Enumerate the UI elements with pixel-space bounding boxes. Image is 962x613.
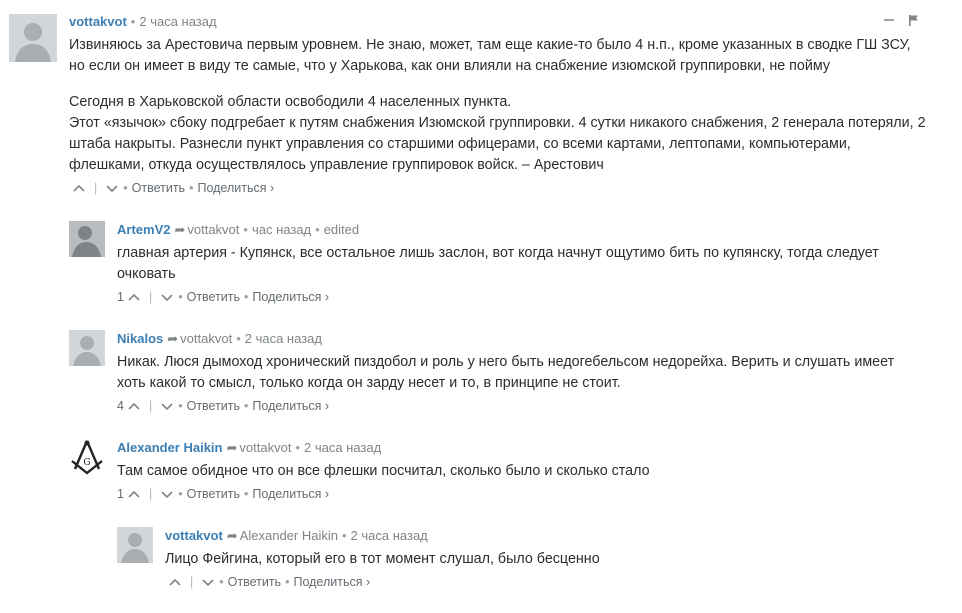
downvote-button[interactable] [160,487,174,501]
timestamp[interactable]: час назад [252,222,311,237]
comment-body: главная артерия - Купянск, все остальное… [117,245,879,282]
comment-tools [884,14,920,26]
comment-header: Nikalos ➦ vottakvot • 2 часа назад [117,331,322,346]
compass-square-avatar-icon: G [69,439,105,475]
comment-header: Alexander Haikin ➦ vottakvot • 2 часа назад [117,440,382,455]
share-button[interactable]: Поделиться › [197,181,274,195]
upvote-chevron-icon [127,290,141,304]
comment-header: vottakvot ➦ Alexander Haikin • 2 часа назад [165,528,428,543]
reply-arrow-icon: ➦ [174,222,186,237]
upvote-count: 1 [117,290,124,304]
comment-body: Извиняюсь за Арестовича первым уровнем. … [69,35,929,176]
reply-arrow-icon: ➦ [167,331,179,346]
author-name[interactable]: Nikalos [117,331,163,346]
svg-text:G: G [83,458,90,468]
upvote-chevron-icon [127,487,141,501]
collapse-icon[interactable] [884,19,894,21]
comment-body: Там самое обидное что он все флешки посч… [117,463,650,479]
comment-footer: | • Ответить • Поделиться › [69,181,274,195]
upvote-button[interactable] [69,181,86,195]
default-avatar-icon [117,527,153,563]
downvote-button[interactable] [160,399,174,413]
default-avatar-icon [69,330,105,366]
comment-paragraph: Этот «язычок» сбоку подгребает к путям с… [69,115,926,173]
downvote-chevron-icon [105,181,119,195]
reply-button[interactable]: Ответить [187,290,240,304]
comment-body: Лицо Фейгина, который его в тот момент с… [165,551,600,567]
upvote-chevron-icon [72,181,86,195]
default-avatar-icon [9,14,57,62]
downvote-button[interactable] [201,575,215,589]
downvote-chevron-icon [201,575,215,589]
upvote-chevron-icon [127,399,141,413]
comment-header: ArtemV2 ➦ vottakvot • час назад • edited [117,222,360,237]
avatar[interactable] [69,330,105,366]
avatar[interactable] [117,527,153,563]
timestamp[interactable]: 2 часа назад [304,440,381,455]
avatar[interactable] [9,14,57,62]
downvote-chevron-icon [160,290,174,304]
flag-icon[interactable] [908,14,920,26]
share-button[interactable]: Поделиться › [252,399,329,413]
upvote-count: 1 [117,487,124,501]
downvote-chevron-icon [160,487,174,501]
comment-footer: 4 | • Ответить • Поделиться › [117,399,330,413]
timestamp[interactable]: 2 часа назад [351,528,428,543]
reply-to-author[interactable]: Alexander Haikin [240,528,338,543]
reply-button[interactable]: Ответить [187,399,240,413]
author-name[interactable]: vottakvot [165,528,223,543]
author-name[interactable]: vottakvot [69,14,127,29]
reply-button[interactable]: Ответить [132,181,185,195]
upvote-chevron-icon [168,575,182,589]
timestamp[interactable]: 2 часа назад [139,14,216,29]
default-avatar-icon [69,221,105,257]
share-button[interactable]: Поделиться › [293,575,370,589]
comment-header: vottakvot • 2 часа назад [69,14,217,29]
downvote-button[interactable] [160,290,174,304]
reply-to-author[interactable]: vottakvot [180,331,232,346]
reply-arrow-icon: ➦ [226,440,238,455]
edited-label: edited [323,222,360,237]
comment-paragraph: Извиняюсь за Арестовича первым уровнем. … [69,37,911,74]
reply-button[interactable]: Ответить [228,575,281,589]
share-button[interactable]: Поделиться › [252,290,329,304]
upvote-button[interactable]: 4 [117,399,141,413]
comment-body: Никак. Люся дымоход хронический пиздобол… [117,354,895,391]
author-name[interactable]: ArtemV2 [117,222,170,237]
reply-button[interactable]: Ответить [187,487,240,501]
comment-footer: | • Ответить • Поделиться › [165,575,370,589]
downvote-button[interactable] [105,181,119,195]
comment-paragraph: Сегодня в Харьковской области освободили… [69,94,512,110]
avatar[interactable] [69,221,105,257]
reply-to-author[interactable]: vottakvot [239,440,291,455]
share-button[interactable]: Поделиться › [252,487,329,501]
upvote-count: 4 [117,399,124,413]
comment-footer: 1 | • Ответить • Поделиться › [117,290,330,304]
reply-to-author[interactable]: vottakvot [187,222,239,237]
upvote-button[interactable]: 1 [117,487,141,501]
avatar[interactable]: G [69,439,105,475]
comment-footer: 1 | • Ответить • Поделиться › [117,487,330,501]
upvote-button[interactable] [165,575,182,589]
downvote-chevron-icon [160,399,174,413]
upvote-button[interactable]: 1 [117,290,141,304]
author-name[interactable]: Alexander Haikin [117,440,223,455]
reply-arrow-icon: ➦ [226,528,238,543]
timestamp[interactable]: 2 часа назад [245,331,322,346]
